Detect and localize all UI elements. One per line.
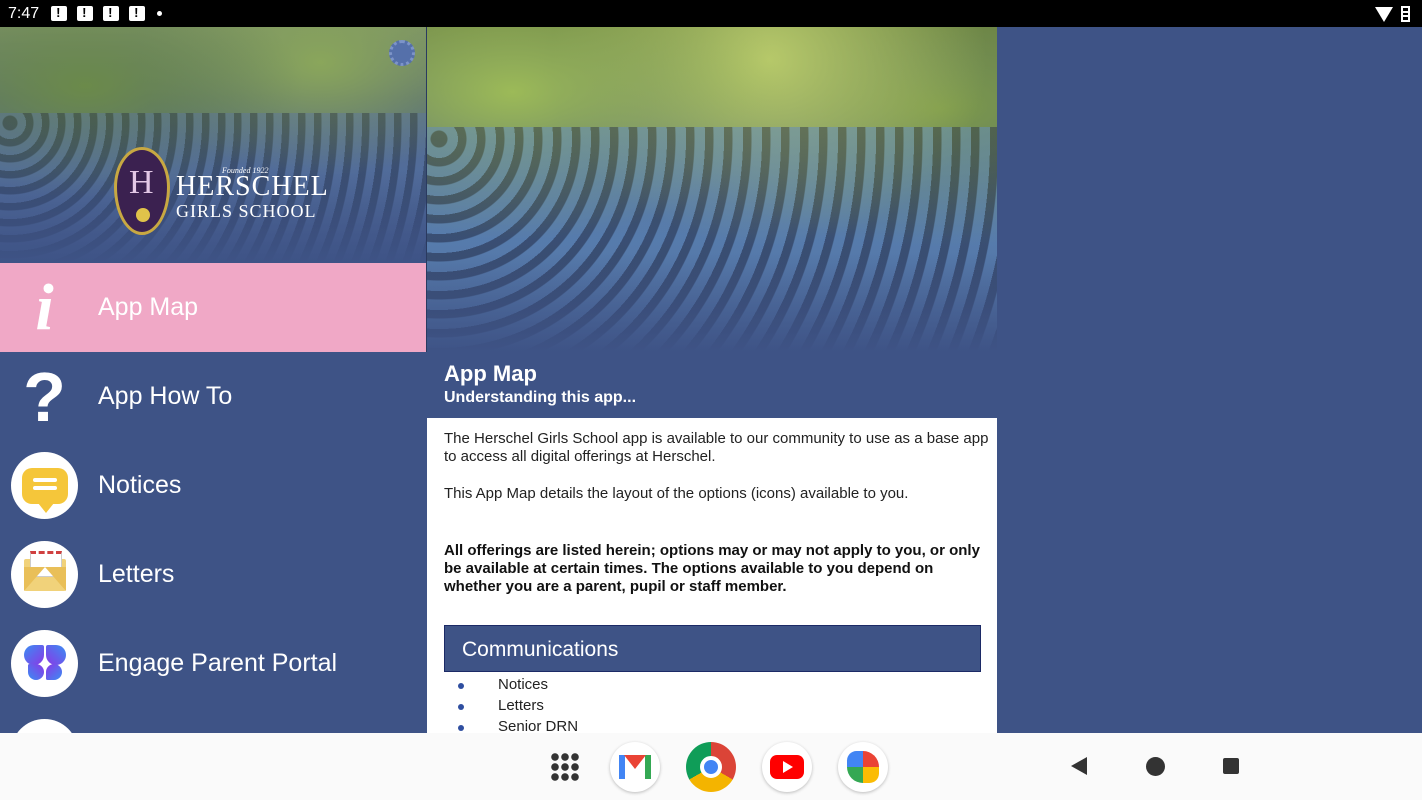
sidebar-item-label: Engage Parent Portal	[98, 649, 338, 677]
sidebar-item-label: Notices	[98, 471, 182, 499]
hero-fade	[427, 252, 997, 352]
sidebar-item-engage-parent-portal[interactable]: Engage Parent Portal	[0, 619, 427, 708]
home-icon[interactable]	[1146, 757, 1165, 776]
section-heading: Communications	[444, 625, 981, 672]
status-bar: 7:47	[0, 0, 1422, 27]
sidebar-item-label: App How To	[98, 382, 233, 410]
hero-photo	[427, 27, 997, 352]
gmail-icon[interactable]	[610, 742, 660, 792]
system-nav-bar	[0, 733, 1422, 800]
paragraph-bold: All offerings are listed herein; options…	[444, 542, 980, 595]
sidebar-item-label: App Map	[98, 293, 199, 321]
settings-icon[interactable]	[389, 40, 415, 66]
status-time: 7:47	[8, 4, 40, 22]
school-logo-text: HERSCHEL GIRLS SCHOOL	[176, 171, 329, 221]
sidebar-header: Founded 1922 HERSCHEL GIRLS SCHOOL	[0, 27, 427, 263]
sidebar-item-notices[interactable]: Notices	[0, 441, 427, 530]
letters-icon-wrap	[11, 541, 78, 608]
notices-icon-wrap	[11, 452, 78, 519]
paragraph: This App Map details the layout of the o…	[444, 485, 909, 502]
notification-icon	[77, 5, 94, 21]
info-icon: i	[35, 270, 54, 344]
page-title: App Map	[444, 361, 537, 386]
butterfly-icon	[11, 630, 78, 697]
butterfly-icon-wrap	[11, 630, 78, 697]
notices-icon	[11, 452, 78, 519]
section-list: Notices Letters Senior DRN	[444, 675, 578, 733]
notification-icon	[129, 5, 146, 21]
school-name-line1: HERSCHEL	[176, 171, 329, 202]
content-pane: App Map Understanding this app... The He…	[427, 27, 997, 733]
more-notifications-dot-icon	[157, 11, 163, 16]
notification-icon	[103, 5, 120, 21]
sidebar-item-app-map[interactable]: i App Map	[0, 263, 427, 352]
youtube-icon[interactable]	[762, 742, 812, 792]
list-item: Senior DRN	[444, 717, 578, 733]
paragraph: The Herschel Girls School app is availab…	[444, 430, 989, 465]
list-item: Letters	[444, 696, 578, 717]
battery-icon	[1401, 5, 1410, 22]
article-body: The Herschel Girls School app is availab…	[427, 418, 997, 733]
wifi-icon	[1375, 7, 1393, 22]
sidebar: Founded 1922 HERSCHEL GIRLS SCHOOL i App…	[0, 27, 427, 733]
photos-icon[interactable]	[838, 742, 888, 792]
chrome-icon[interactable]	[686, 742, 736, 792]
sidebar-item-letters[interactable]: Letters	[0, 530, 427, 619]
list-item: Notices	[444, 675, 578, 696]
sidebar-item-app-how-to[interactable]: ? App How To	[0, 352, 427, 441]
question-icon: ?	[23, 357, 66, 436]
letters-icon	[11, 541, 78, 608]
sidebar-item-next-icon[interactable]	[11, 719, 78, 733]
notification-icon	[51, 5, 68, 21]
school-name-line2: GIRLS SCHOOL	[176, 201, 317, 221]
back-icon[interactable]	[1071, 757, 1087, 775]
recents-icon[interactable]	[1223, 758, 1239, 774]
apps-grid-icon[interactable]	[540, 742, 590, 792]
page-subtitle: Understanding this app...	[444, 389, 637, 406]
sidebar-item-label: Letters	[98, 560, 175, 588]
